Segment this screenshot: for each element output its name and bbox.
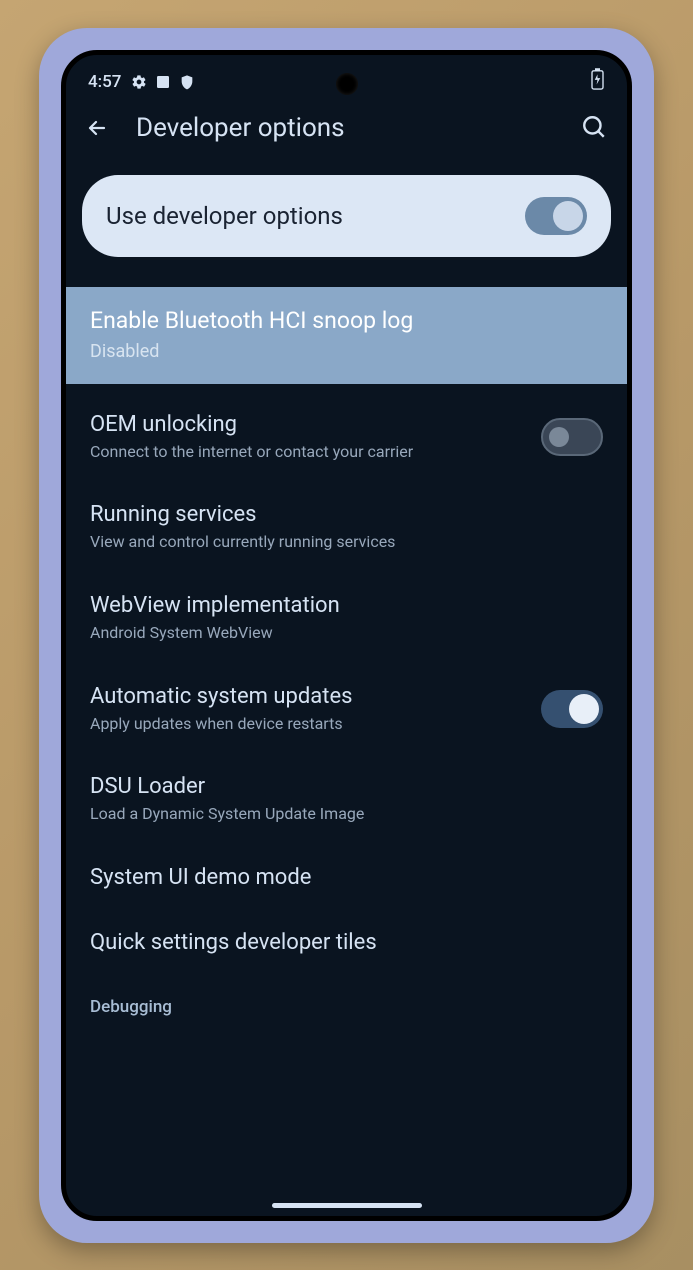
phone-case: 4:57 Developer options Use dev <box>39 28 654 1243</box>
toggle-thumb <box>569 694 599 724</box>
setting-text: DSU Loader Load a Dynamic System Update … <box>90 774 603 825</box>
gear-icon <box>131 74 147 90</box>
status-time: 4:57 <box>88 72 121 92</box>
toggle-thumb <box>553 201 583 231</box>
master-toggle-label: Use developer options <box>106 202 343 230</box>
setting-title: DSU Loader <box>90 774 603 799</box>
setting-text: Running services View and control curren… <box>90 502 603 553</box>
app-header: Developer options <box>66 99 627 161</box>
battery-icon <box>590 68 605 90</box>
search-icon <box>581 114 607 140</box>
back-button[interactable] <box>84 115 110 141</box>
setting-quick-settings-developer-tiles[interactable]: Quick settings developer tiles <box>66 910 627 975</box>
setting-webview-implementation[interactable]: WebView implementation Android System We… <box>66 573 627 664</box>
setting-title: Running services <box>90 502 603 527</box>
page-title: Developer options <box>136 113 555 143</box>
toggle-thumb <box>549 427 569 447</box>
setting-title: WebView implementation <box>90 593 603 618</box>
settings-list: OEM unlocking Connect to the internet or… <box>66 392 627 1023</box>
status-bar-left: 4:57 <box>88 72 195 92</box>
setting-subtitle: Apply updates when device restarts <box>90 713 525 735</box>
setting-text: System UI demo mode <box>90 865 603 890</box>
setting-system-ui-demo-mode[interactable]: System UI demo mode <box>66 845 627 910</box>
phone-screen: 4:57 Developer options Use dev <box>61 50 632 1221</box>
setting-subtitle: Connect to the internet or contact your … <box>90 441 525 463</box>
shield-icon <box>179 74 195 90</box>
navigation-bar-handle[interactable] <box>272 1203 422 1208</box>
setting-subtitle: Android System WebView <box>90 622 603 644</box>
setting-subtitle: Disabled <box>90 340 603 364</box>
search-button[interactable] <box>581 114 609 142</box>
section-header-debugging: Debugging <box>66 975 627 1023</box>
setting-dsu-loader[interactable]: DSU Loader Load a Dynamic System Update … <box>66 754 627 845</box>
status-bar-right <box>590 68 605 95</box>
arrow-left-icon <box>85 116 109 140</box>
setting-text: WebView implementation Android System We… <box>90 593 603 644</box>
setting-title: Quick settings developer tiles <box>90 930 603 955</box>
setting-bluetooth-hci-snoop[interactable]: Enable Bluetooth HCI snoop log Disabled <box>66 287 627 384</box>
camera-hole <box>336 73 358 95</box>
setting-title: Enable Bluetooth HCI snoop log <box>90 307 603 334</box>
setting-text: OEM unlocking Connect to the internet or… <box>90 412 525 463</box>
master-toggle-container: Use developer options <box>66 161 627 287</box>
master-toggle-switch[interactable] <box>525 197 587 235</box>
setting-automatic-system-updates[interactable]: Automatic system updates Apply updates w… <box>66 664 627 755</box>
setting-title: Automatic system updates <box>90 684 525 709</box>
oem-unlocking-toggle[interactable] <box>541 418 603 456</box>
setting-subtitle: Load a Dynamic System Update Image <box>90 803 603 825</box>
setting-subtitle: View and control currently running servi… <box>90 531 603 553</box>
setting-text: Automatic system updates Apply updates w… <box>90 684 525 735</box>
setting-title: OEM unlocking <box>90 412 525 437</box>
status-icons <box>131 74 195 90</box>
auto-updates-toggle[interactable] <box>541 690 603 728</box>
setting-running-services[interactable]: Running services View and control curren… <box>66 482 627 573</box>
setting-text: Quick settings developer tiles <box>90 930 603 955</box>
setting-oem-unlocking[interactable]: OEM unlocking Connect to the internet or… <box>66 392 627 483</box>
setting-title: System UI demo mode <box>90 865 603 890</box>
app-icon <box>155 74 171 90</box>
master-toggle-card[interactable]: Use developer options <box>82 175 611 257</box>
